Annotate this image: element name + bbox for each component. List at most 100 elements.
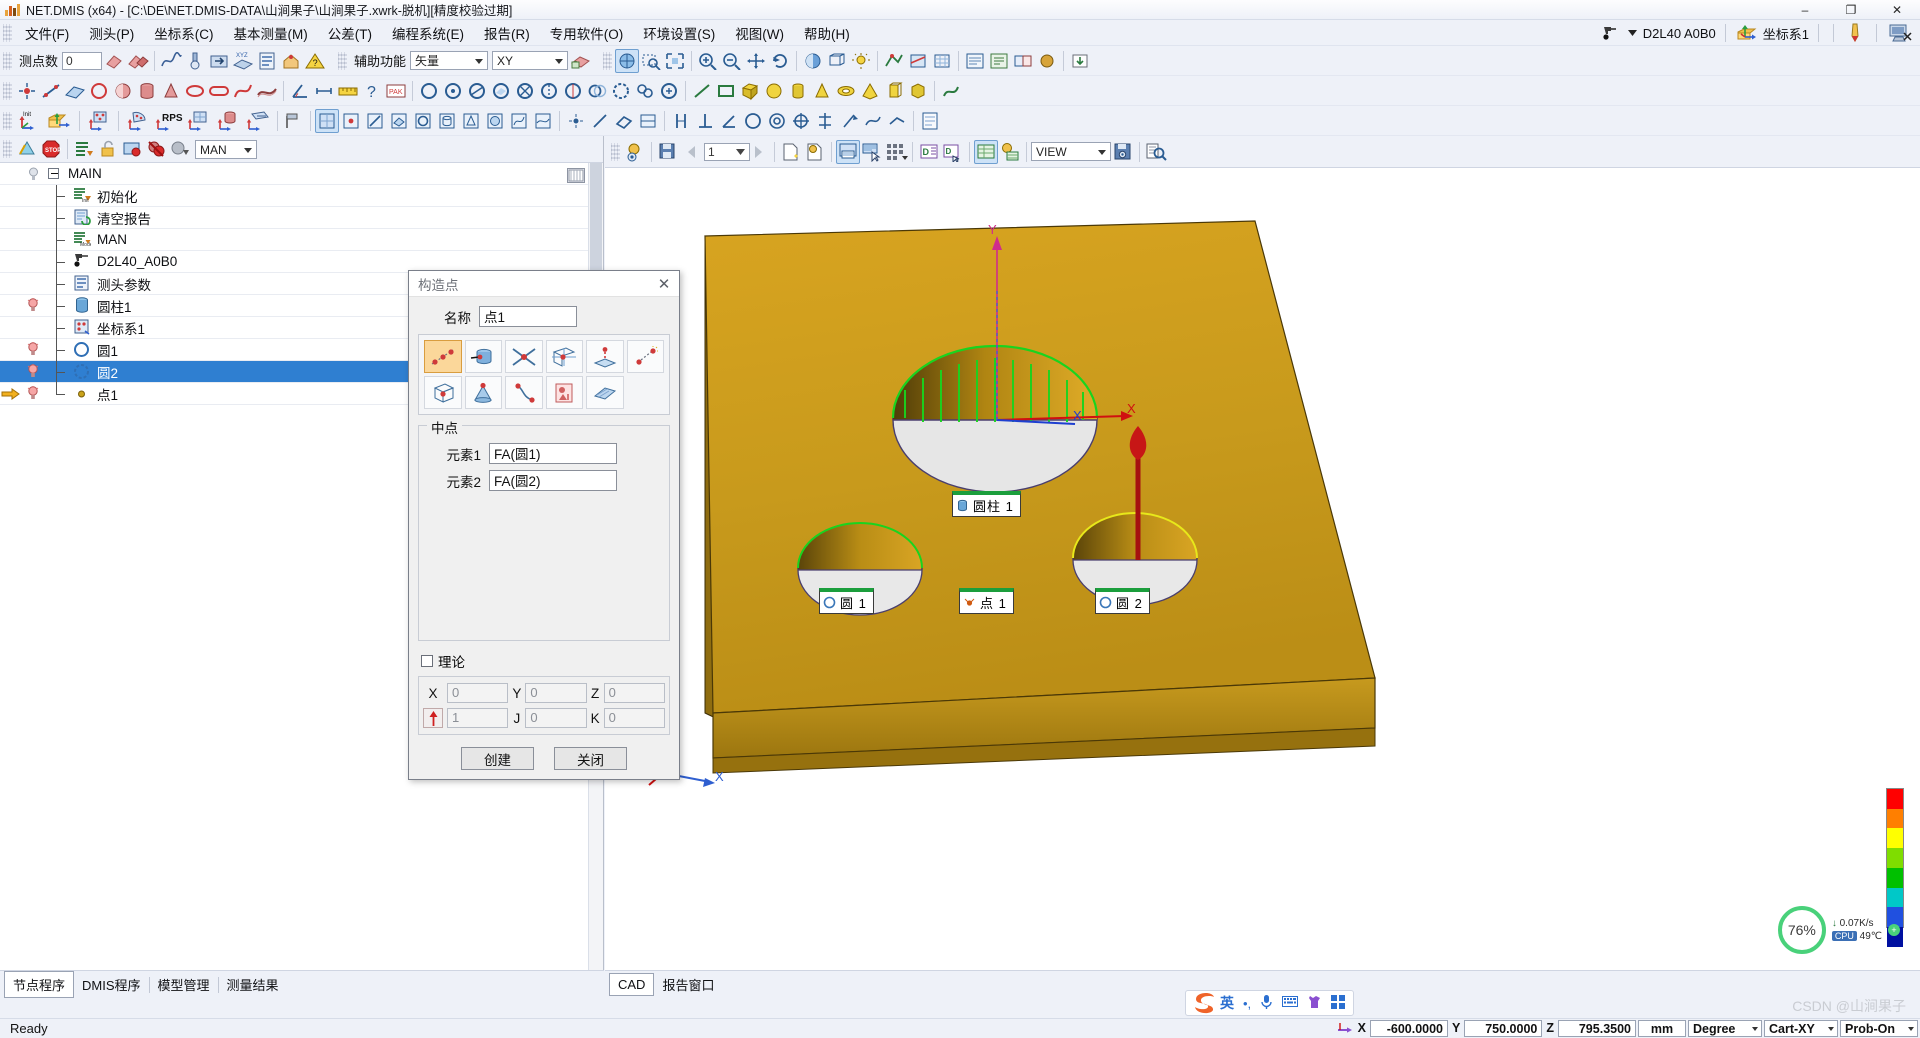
cad-tag-circle1[interactable]: 圆 1	[819, 588, 874, 614]
runout-tol-icon[interactable]	[837, 109, 861, 133]
rotate-view-icon[interactable]	[768, 49, 792, 73]
geom-solid-icon[interactable]	[906, 79, 930, 103]
pencil-icon[interactable]	[1843, 21, 1867, 45]
tree-visibility-bulb-icon[interactable]	[22, 386, 44, 401]
vector-i-input[interactable]: 1	[447, 708, 509, 728]
geom-cylinder-icon[interactable]	[786, 79, 810, 103]
cad-line-feature-icon[interactable]	[363, 109, 387, 133]
shade-mode-icon[interactable]	[801, 49, 825, 73]
measure-surface-icon[interactable]	[255, 79, 279, 103]
method-cone-apex[interactable]	[464, 376, 502, 409]
method-curve-point[interactable]	[505, 376, 543, 409]
method-plane-intersection[interactable]	[545, 340, 583, 373]
maximize-button[interactable]: ❐	[1828, 0, 1874, 20]
report-view-icon[interactable]	[998, 140, 1022, 164]
nominal-point-icon[interactable]	[564, 109, 588, 133]
menu-coordinate-system[interactable]: 坐标系(C)	[144, 20, 223, 46]
probe-dropdown-caret-icon[interactable]	[1627, 21, 1639, 45]
geom-torus-icon[interactable]	[834, 79, 858, 103]
page-dropdown-caret-icon[interactable]	[734, 140, 746, 164]
distance-measure-icon[interactable]	[312, 79, 336, 103]
system-monitor-widget[interactable]: 76% ↓ 0.07K/s CPU 49℃ +	[1777, 906, 1900, 954]
method-surface-point[interactable]	[586, 376, 624, 409]
nominal-plane-icon[interactable]	[612, 109, 636, 133]
pick-dim-icon[interactable]	[860, 140, 884, 164]
tab-node-program[interactable]: 节点程序	[4, 971, 75, 998]
method-cylinder-point[interactable]	[464, 340, 502, 373]
measure-tool-icon[interactable]	[882, 49, 906, 73]
ime-punctuation-icon[interactable]: •,	[1243, 996, 1251, 1011]
geom-line-icon[interactable]	[690, 79, 714, 103]
measure-sphere-icon[interactable]	[111, 79, 135, 103]
elem1-input[interactable]: FA(圆1)	[489, 443, 617, 464]
theory-checkbox-row[interactable]: 理论	[409, 641, 679, 671]
angle-tol-icon[interactable]	[717, 109, 741, 133]
ime-toolbar[interactable]: 英 •,	[1185, 990, 1355, 1016]
csys-init-icon[interactable]: Init	[15, 109, 45, 133]
measure-cylinder-icon[interactable]	[135, 79, 159, 103]
profile-tol-icon[interactable]	[861, 109, 885, 133]
measured-points-input[interactable]: 0	[62, 51, 103, 70]
save-view-icon[interactable]	[656, 140, 680, 164]
probe-state-select[interactable]: Prob-On	[1840, 1019, 1918, 1037]
dialog-name-input[interactable]: 点1	[479, 306, 577, 327]
cad-point-feature-icon[interactable]	[339, 109, 363, 133]
tab-cad[interactable]: CAD	[609, 973, 655, 996]
cad-view-eye-icon[interactable]	[623, 140, 647, 164]
measure-circle-icon[interactable]	[87, 79, 111, 103]
zoom-out-icon[interactable]	[720, 49, 744, 73]
const-project-icon[interactable]	[537, 79, 561, 103]
coord-x-input[interactable]: 0	[447, 683, 509, 703]
xyz-icon[interactable]: XYZ	[231, 49, 255, 73]
move-to-icon[interactable]	[207, 49, 231, 73]
csys-from-cylinder-icon[interactable]	[213, 109, 243, 133]
disconnect-monitor-icon[interactable]	[1886, 21, 1916, 45]
elem2-input[interactable]: FA(圆2)	[489, 470, 617, 491]
cad-import-icon[interactable]	[1068, 49, 1092, 73]
create-button[interactable]: 创建	[461, 747, 534, 770]
flatness-tol-icon[interactable]	[885, 109, 909, 133]
new-view-icon[interactable]	[779, 140, 803, 164]
home-calibrate-icon[interactable]	[279, 49, 303, 73]
wireframe-icon[interactable]	[825, 49, 849, 73]
feature-list-icon[interactable]	[963, 49, 987, 73]
measure-plane-icon[interactable]	[63, 79, 87, 103]
cad-curve-feature-icon[interactable]	[507, 109, 531, 133]
method-two-point-midpoint[interactable]	[424, 340, 462, 373]
keyboard-icon[interactable]	[1282, 995, 1299, 1011]
next-view-icon[interactable]	[746, 140, 770, 164]
measure-curve-icon[interactable]	[231, 79, 255, 103]
report-table-icon[interactable]	[974, 139, 998, 164]
coord-machine-icon[interactable]	[1336, 1019, 1354, 1038]
apps-icon[interactable]	[1331, 994, 1346, 1012]
menu-report[interactable]: 报告(R)	[474, 20, 540, 46]
cad-tag-cylinder1[interactable]: 圆柱 1	[952, 491, 1021, 517]
geom-cone-icon[interactable]	[810, 79, 834, 103]
tree-row-1[interactable]: Init 初始化	[0, 184, 603, 207]
minimize-button[interactable]: –	[1782, 0, 1828, 20]
const-extra-icon[interactable]	[657, 79, 681, 103]
copy-view-icon[interactable]	[803, 140, 827, 164]
monitor-settings-icon[interactable]: +	[1888, 924, 1900, 936]
theory-checkbox[interactable]	[421, 655, 433, 667]
dist-tol-icon[interactable]	[669, 109, 693, 133]
nominal-circle-icon[interactable]	[636, 109, 660, 133]
geom-prism-icon[interactable]	[882, 79, 906, 103]
cad-surface-feature-icon[interactable]	[531, 109, 555, 133]
cad-cylinder-feature-icon[interactable]	[435, 109, 459, 133]
measure-cone-icon[interactable]	[159, 79, 183, 103]
method-feature-copy[interactable]	[545, 376, 583, 409]
const-group-icon[interactable]	[633, 79, 657, 103]
menu-basic-measure[interactable]: 基本测量(M)	[224, 20, 318, 46]
tab-measure-results[interactable]: 测量结果	[219, 972, 287, 997]
skin-icon[interactable]	[1307, 995, 1322, 1012]
section-icon[interactable]	[906, 49, 930, 73]
menu-probe[interactable]: 测头(P)	[79, 20, 144, 46]
const-intersect-icon[interactable]	[513, 79, 537, 103]
csys-from-features-icon[interactable]	[183, 109, 213, 133]
pan-icon[interactable]	[744, 49, 768, 73]
const-plane-icon[interactable]	[489, 79, 513, 103]
csys-from-box-icon[interactable]	[84, 109, 114, 133]
zoom-window-icon[interactable]	[639, 49, 663, 73]
show-dim-table-icon[interactable]	[836, 139, 860, 164]
